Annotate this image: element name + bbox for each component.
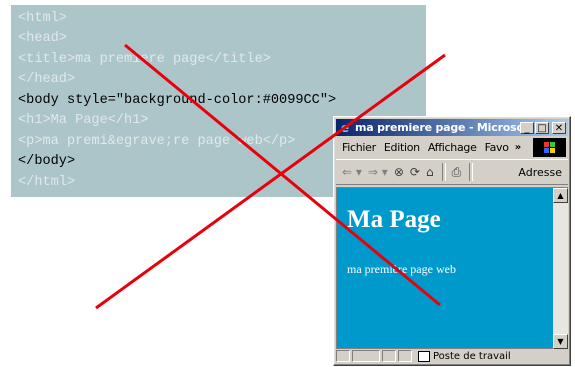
- status-bar: Poste de travail: [336, 349, 568, 363]
- toolbar-separator: [441, 163, 446, 181]
- print-icon[interactable]: ⎙: [452, 165, 462, 180]
- page-heading: Ma Page: [347, 206, 441, 233]
- code-line-5: <body style="background-color:#0099CC">: [18, 93, 337, 108]
- scroll-down-button[interactable]: ▼: [553, 334, 568, 349]
- close-button[interactable]: ✕: [552, 121, 566, 134]
- status-cell: [398, 350, 412, 362]
- code-line-3: <title>ma premiere page</title>: [18, 52, 271, 67]
- menu-bar: Fichier Edition Affichage Favo »: [336, 138, 568, 157]
- refresh-icon[interactable]: ⟳: [410, 165, 420, 179]
- back-arrow-icon[interactable]: ⇐ ▾: [342, 165, 362, 179]
- forward-arrow-icon[interactable]: ⇒ ▾: [368, 165, 388, 179]
- toolbar: ⇐ ▾ ⇒ ▾ ⊗ ⟳ ⌂ ⎙ Adresse: [336, 159, 568, 185]
- page-viewport: Ma Page ma première page web: [336, 187, 553, 349]
- menu-more-chevron[interactable]: »: [515, 142, 521, 153]
- ie-icon: e: [340, 120, 350, 135]
- browser-window: e ma premiere page - Microso... _ □ ✕ Fi…: [333, 116, 571, 366]
- page-paragraph: ma première page web: [347, 262, 456, 276]
- vertical-scrollbar[interactable]: ▲ ▼: [553, 187, 568, 349]
- window-title: ma premiere page - Microso...: [355, 121, 520, 134]
- title-bar[interactable]: e ma premiere page - Microso... _ □ ✕: [336, 119, 568, 136]
- code-line-1: <html>: [18, 11, 67, 26]
- code-line-7: <p>ma premi&egrave;re page web</p>: [18, 134, 296, 149]
- scroll-up-button[interactable]: ▲: [553, 188, 568, 203]
- computer-icon: [418, 350, 430, 362]
- page-status-icon: [336, 350, 350, 362]
- status-zone-text: Poste de travail: [433, 350, 511, 362]
- toolbar-separator-2: [469, 163, 474, 181]
- windows-logo-icon: [533, 138, 566, 157]
- status-cell: [382, 350, 396, 362]
- menu-edition[interactable]: Edition: [384, 141, 420, 154]
- code-line-2: <head>: [18, 31, 67, 46]
- menu-favoris[interactable]: Favo: [485, 141, 509, 154]
- code-line-9: </html>: [18, 175, 76, 190]
- code-line-4: </head>: [18, 72, 76, 87]
- menu-affichage[interactable]: Affichage: [428, 141, 477, 154]
- home-icon[interactable]: ⌂: [426, 165, 434, 179]
- maximize-button[interactable]: □: [535, 121, 549, 134]
- code-line-6: <h1>Ma Page</h1>: [18, 113, 149, 128]
- code-line-8: </body>: [18, 154, 76, 169]
- minimize-button[interactable]: _: [520, 121, 534, 134]
- menu-fichier[interactable]: Fichier: [342, 141, 376, 154]
- status-cell: [352, 350, 380, 362]
- stop-icon[interactable]: ⊗: [394, 165, 404, 179]
- address-label[interactable]: Adresse: [518, 166, 562, 179]
